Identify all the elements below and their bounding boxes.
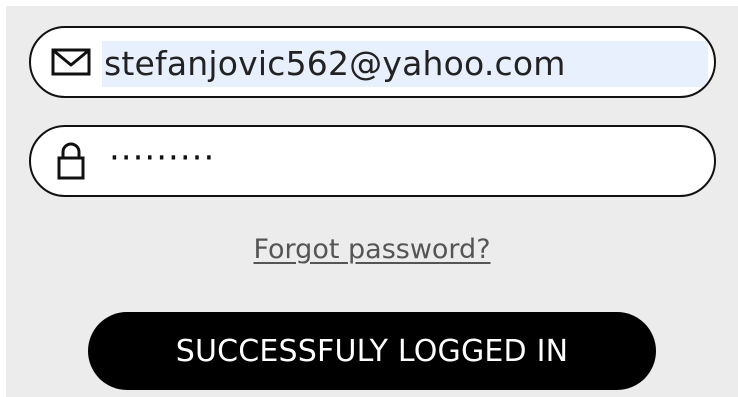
- forgot-password-row: Forgot password?: [6, 232, 738, 268]
- mail-icon: [49, 40, 93, 84]
- submit-button[interactable]: SUCCESSFULY LOGGED IN: [88, 312, 656, 390]
- email-value: stefanjovic562@yahoo.com: [104, 44, 566, 83]
- login-panel: stefanjovic562@yahoo.com ········· Forgo…: [6, 6, 738, 397]
- password-field[interactable]: ·········: [29, 125, 716, 197]
- lock-icon: [49, 139, 93, 183]
- email-autofill-highlight: stefanjovic562@yahoo.com: [102, 41, 708, 87]
- forgot-password-link[interactable]: Forgot password?: [253, 234, 490, 265]
- password-value: ·········: [109, 137, 216, 178]
- email-field[interactable]: stefanjovic562@yahoo.com: [29, 26, 716, 98]
